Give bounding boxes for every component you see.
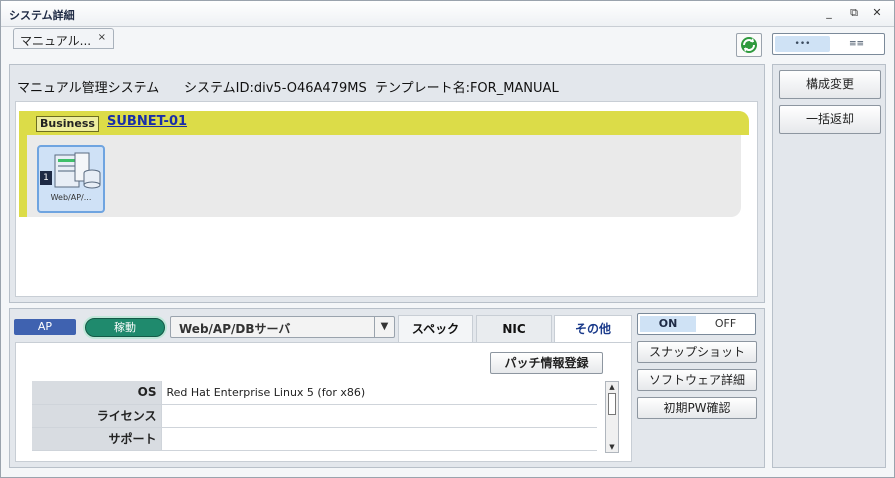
document-tab-label: マニュアル... [20,34,92,48]
icon-view-toggle[interactable]: ••• [775,36,830,52]
table-row: OS Red Hat Enterprise Linux 5 (for x86) [32,381,597,405]
chevron-down-icon[interactable]: ▼ [374,317,394,337]
scroll-down-icon[interactable]: ▼ [606,442,618,452]
group-label: Business [36,116,99,132]
title-bar: システム詳細 _ ⧉ ✕ [1,1,894,27]
system-header: マニュアル管理システム システムID:div5-O46A479MS テンプレート… [17,77,559,96]
scroll-thumb[interactable] [608,393,616,415]
row-key: OS [32,381,161,405]
restore-icon[interactable]: ⧉ [846,6,862,20]
topology-canvas: Business SUBNET-01 1 Web/AP/... [15,101,758,297]
bulk-return-button[interactable]: 一括返却 [779,105,881,134]
patch-register-button[interactable]: パッチ情報登録 [490,352,603,374]
tab-nic[interactable]: NIC [476,315,552,342]
row-value: Red Hat Enterprise Linux 5 (for x86) [160,381,597,405]
list-view-toggle[interactable]: ≡≡ [830,36,883,52]
server-select-value: Web/AP/DBサーバ [179,322,291,336]
table-scrollbar[interactable]: ▲ ▼ [605,381,619,453]
system-id: システムID:div5-O46A479MS [184,81,367,96]
tab-content: パッチ情報登録 OS Red Hat Enterprise Linux 5 (f… [15,342,632,462]
subnet-link[interactable]: SUBNET-01 [107,114,187,129]
scroll-up-icon[interactable]: ▲ [606,382,618,392]
subnet-header: Business SUBNET-01 [19,111,749,135]
action-panel: 構成変更 一括返却 [772,64,886,468]
server-node[interactable]: 1 Web/AP/... [37,145,105,213]
system-detail-window: システム詳細 _ ⧉ ✕ マニュアル... × ••• ≡≡ マニュアル管理シス… [0,0,895,478]
power-off-button[interactable]: OFF [698,316,753,332]
row-key: ライセンス [32,404,161,428]
window-title: システム詳細 [9,9,75,22]
system-name: マニュアル管理システム [17,81,160,96]
minimize-icon[interactable]: _ [821,6,837,20]
tab-other[interactable]: その他 [554,315,632,342]
row-key: サポート [32,427,161,451]
power-toggle: ON OFF [637,313,756,335]
row-value [160,427,597,451]
template-name: テンプレート名:FOR_MANUAL [374,81,559,96]
initial-pw-button[interactable]: 初期PW確認 [637,397,757,419]
table-row: サポート [32,427,597,451]
server-label: Web/AP/... [50,193,92,202]
tier-badge: AP [14,319,76,335]
status-badge: 稼動 [85,318,165,337]
tab-close-icon[interactable]: × [98,32,106,43]
system-overview-panel: マニュアル管理システム システムID:div5-O46A479MS テンプレート… [9,64,765,303]
software-detail-button[interactable]: ソフトウェア詳細 [637,369,757,391]
server-count-badge: 1 [40,171,52,185]
view-toggle: ••• ≡≡ [772,33,885,55]
row-value [160,404,597,428]
server-select[interactable]: Web/AP/DBサーバ ▼ [170,316,395,338]
tab-spec[interactable]: スペック [398,315,473,342]
table-row: ライセンス [32,404,597,428]
info-table: OS Red Hat Enterprise Linux 5 (for x86) … [32,381,597,451]
close-icon[interactable]: ✕ [869,6,885,20]
power-on-button[interactable]: ON [640,316,696,332]
subnet-group: Business SUBNET-01 1 Web/AP/... [19,111,749,217]
snapshot-button[interactable]: スナップショット [637,341,757,363]
refresh-button[interactable] [736,33,762,57]
config-change-button[interactable]: 構成変更 [779,70,881,99]
document-tab[interactable]: マニュアル... × [13,28,114,49]
refresh-icon [741,37,757,53]
